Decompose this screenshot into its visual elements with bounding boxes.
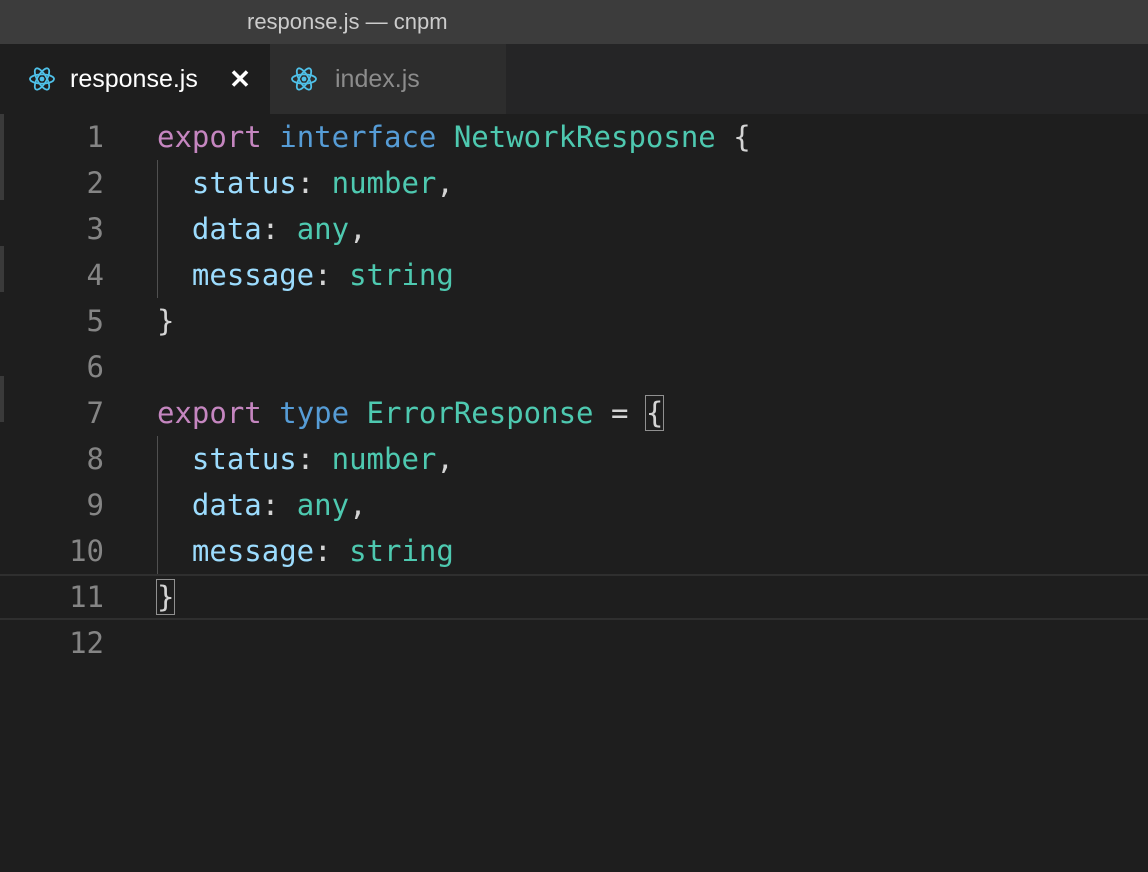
code-token: : bbox=[261, 488, 297, 522]
code-token: export bbox=[157, 396, 262, 430]
code-line[interactable]: 3 data: any, bbox=[0, 206, 1148, 252]
code-token: any bbox=[296, 212, 350, 246]
code-token: status bbox=[191, 442, 297, 476]
code-line[interactable]: 1 export interface NetworkResposne { bbox=[0, 114, 1148, 160]
code-token: : bbox=[296, 166, 332, 200]
code-line[interactable]: 6 bbox=[0, 344, 1148, 390]
code-line[interactable]: 8 status: number, bbox=[0, 436, 1148, 482]
line-number: 2 bbox=[86, 166, 104, 200]
code-text: message: string bbox=[157, 528, 454, 574]
code-token: } bbox=[157, 304, 175, 338]
react-icon bbox=[291, 67, 317, 91]
code-line[interactable]: 10 message: string bbox=[0, 528, 1148, 574]
code-token: : bbox=[296, 442, 332, 476]
line-number: 1 bbox=[86, 120, 104, 154]
line-number: 8 bbox=[86, 442, 104, 476]
code-token: , bbox=[436, 442, 454, 476]
tab-label: index.js bbox=[335, 65, 420, 93]
code-token: string bbox=[349, 534, 454, 568]
code-token: message bbox=[191, 258, 315, 292]
code-line[interactable]: 12 bbox=[0, 620, 1148, 666]
title-bar: response.js — cnpm bbox=[0, 0, 1148, 44]
code-token: status bbox=[191, 166, 297, 200]
code-token: , bbox=[436, 166, 454, 200]
close-icon[interactable]: ✕ bbox=[228, 66, 252, 92]
code-token: type bbox=[279, 396, 350, 430]
code-token: = bbox=[593, 396, 646, 430]
code-token: interface bbox=[279, 120, 437, 154]
line-number: 11 bbox=[69, 580, 104, 614]
code-line[interactable]: 2 status: number, bbox=[0, 160, 1148, 206]
code-text: message: string bbox=[157, 252, 454, 298]
code-text: } bbox=[157, 298, 174, 344]
code-text: status: number, bbox=[157, 436, 454, 482]
code-token: NetworkResposne bbox=[453, 120, 716, 154]
window-title: response.js — cnpm bbox=[247, 9, 448, 34]
code-token: : bbox=[261, 212, 297, 246]
code-token: , bbox=[349, 212, 367, 246]
line-number: 10 bbox=[69, 534, 104, 568]
line-number: 7 bbox=[86, 396, 104, 430]
code-line[interactable]: 5} bbox=[0, 298, 1148, 344]
code-token: message bbox=[191, 534, 315, 568]
code-text: export interface NetworkResposne { bbox=[157, 114, 751, 160]
code-line[interactable]: 7 export type ErrorResponse = { bbox=[0, 390, 1148, 436]
code-token: { bbox=[715, 120, 751, 154]
code-token: : bbox=[314, 534, 350, 568]
tab-response-js[interactable]: response.js ✕ bbox=[0, 44, 270, 114]
code-text: status: number, bbox=[157, 160, 454, 206]
line-number: 6 bbox=[86, 350, 104, 384]
code-token: number bbox=[331, 442, 437, 476]
line-number: 12 bbox=[69, 626, 104, 660]
code-editor[interactable]: 1 export interface NetworkResposne {2 sta… bbox=[0, 114, 1148, 872]
code-token: : bbox=[314, 258, 350, 292]
code-token: export bbox=[157, 120, 262, 154]
code-token: ErrorResponse bbox=[366, 396, 594, 430]
code-token: data bbox=[191, 212, 262, 246]
code-line[interactable]: 9 data: any, bbox=[0, 482, 1148, 528]
code-token: , bbox=[349, 488, 367, 522]
line-number: 3 bbox=[86, 212, 104, 246]
code-token: } bbox=[155, 579, 176, 615]
react-icon bbox=[29, 67, 55, 91]
code-text: data: any, bbox=[157, 206, 367, 252]
code-token: any bbox=[296, 488, 350, 522]
code-token: string bbox=[349, 258, 454, 292]
line-number: 9 bbox=[86, 488, 104, 522]
line-number: 4 bbox=[86, 258, 104, 292]
code-text: export type ErrorResponse = { bbox=[157, 390, 665, 436]
code-token: data bbox=[191, 488, 262, 522]
tab-bar: response.js ✕ index.js bbox=[0, 44, 1148, 114]
line-number: 5 bbox=[86, 304, 104, 338]
code-token: number bbox=[331, 166, 437, 200]
code-line[interactable]: 11} bbox=[0, 574, 1148, 620]
code-token: { bbox=[644, 395, 665, 431]
tab-label: response.js bbox=[70, 65, 198, 93]
tab-index-js[interactable]: index.js bbox=[270, 44, 506, 114]
code-text: } bbox=[155, 576, 176, 618]
code-line[interactable]: 4 message: string bbox=[0, 252, 1148, 298]
code-text: data: any, bbox=[157, 482, 367, 528]
